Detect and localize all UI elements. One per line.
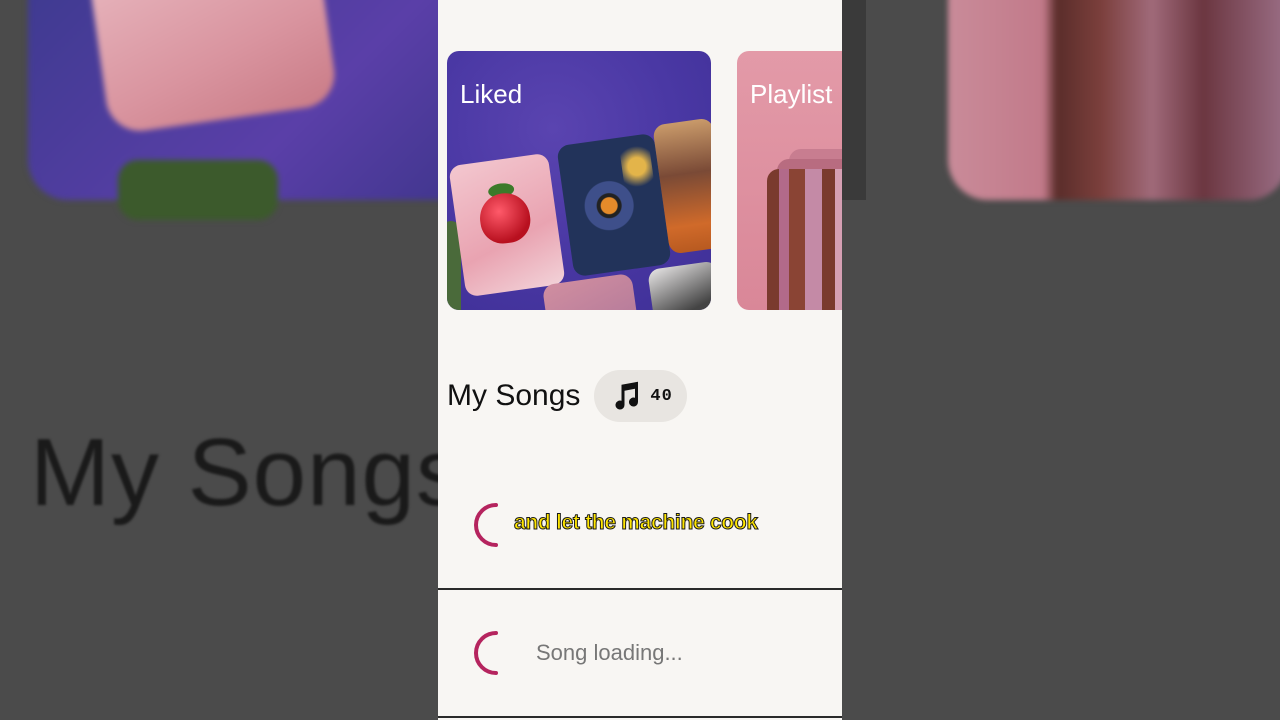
strawberry-cover	[448, 152, 566, 298]
blurred-green-image	[118, 160, 278, 220]
blurred-strawberry-image	[87, 0, 339, 136]
liked-card-title: Liked	[460, 79, 523, 109]
song-count: 40	[650, 386, 673, 406]
eye-cover	[556, 132, 672, 278]
forest-cover	[767, 169, 842, 310]
songs-section-title: My Songs	[447, 379, 581, 412]
song-count-badge[interactable]: 40	[594, 370, 687, 422]
songs-header: My Songs 40	[447, 370, 687, 422]
video-caption: and let the machine cook	[514, 511, 759, 535]
liked-card[interactable]: Liked	[447, 51, 711, 310]
app-screen: Liked Playlist My Songs 40 Song loading.…	[438, 0, 842, 720]
blurred-liked-card	[28, 0, 508, 220]
berry-shape	[476, 189, 534, 247]
loading-spinner-icon	[474, 631, 498, 675]
playlist-card[interactable]: Playlist	[737, 51, 842, 310]
loading-spinner-icon	[474, 503, 498, 547]
blurred-playlist-card	[948, 0, 1280, 200]
song-row[interactable]: Song loading...	[438, 590, 842, 718]
blurred-heading: My Songs	[30, 419, 465, 526]
cover-thumbnail	[647, 260, 711, 310]
song-loading-text: Song loading...	[536, 640, 683, 665]
blurred-divider	[842, 0, 866, 200]
music-note-icon	[615, 381, 639, 410]
playlist-card-title: Playlist	[750, 79, 833, 109]
gold-flakes	[618, 139, 656, 194]
